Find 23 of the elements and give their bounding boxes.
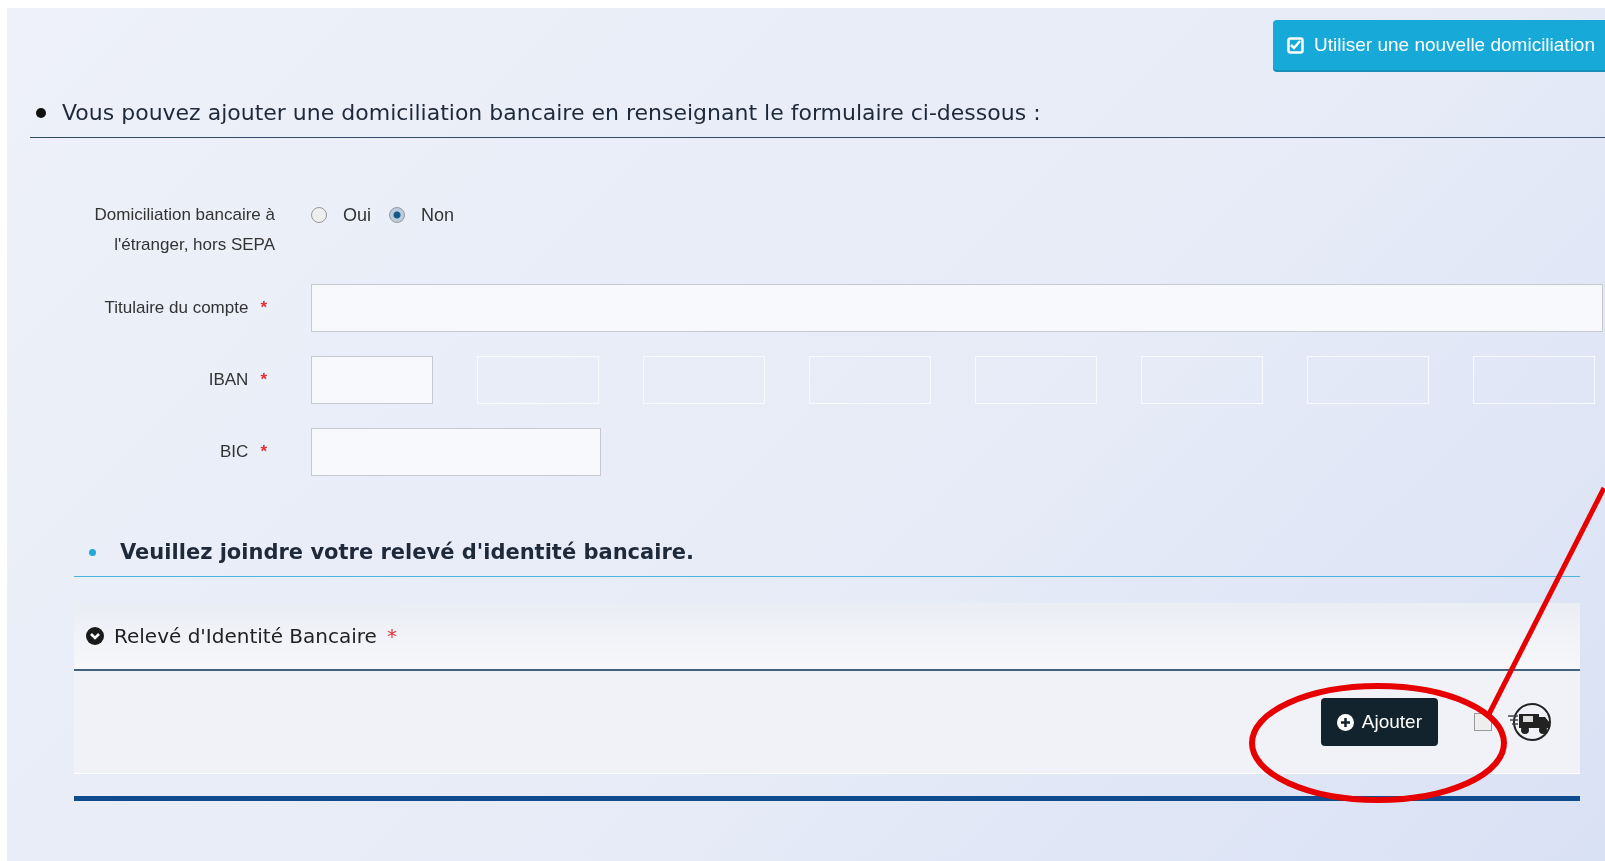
required-mark: *: [260, 369, 267, 391]
field-label: BIC: [220, 441, 249, 463]
attach-heading: Veuillez joindre votre relevé d'identité bancaire.: [120, 540, 694, 564]
plus-icon: [1336, 713, 1354, 731]
bullet-icon: [89, 548, 96, 556]
bullet-icon: [36, 107, 46, 118]
bic-field[interactable]: [311, 428, 601, 476]
required-mark: *: [260, 441, 267, 463]
field-label: Domiciliation bancaire à l'étranger, hors SEPA: [93, 204, 275, 256]
field-label: IBAN: [208, 369, 249, 391]
account-holder-field[interactable]: [311, 284, 1603, 332]
radio-option[interactable]: Non: [389, 204, 455, 226]
add-button[interactable]: Ajouter: [1320, 698, 1438, 746]
checkbox-icon: [1287, 36, 1305, 54]
iban-field[interactable]: [311, 356, 433, 404]
panel-header[interactable]: Relevé d'Identité Bancaire *: [74, 603, 1580, 671]
required-mark: *: [386, 624, 397, 648]
radio-option[interactable]: Oui: [311, 204, 371, 226]
required-mark: *: [260, 297, 267, 319]
truck-icon[interactable]: [1506, 702, 1552, 742]
field-label: Titulaire du compte: [104, 297, 249, 319]
panel-title: Relevé d'Identité Bancaire: [114, 624, 377, 648]
intro-text: Vous pouvez ajouter une domiciliation bancaire en renseignant le formulaire ci-dessous :: [62, 100, 1041, 125]
